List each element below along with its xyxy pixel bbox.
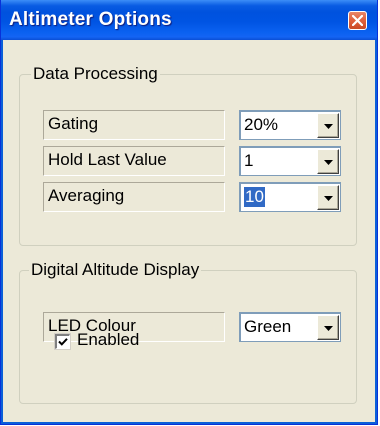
digital-altitude-display-caption: Digital Altitude Display [29,260,202,280]
data-processing-caption: Data Processing [31,64,160,84]
checkmark-icon [58,338,68,346]
chevron-down-icon [324,196,333,201]
hold-last-value-dropdown-button[interactable] [317,149,339,174]
enabled-label[interactable]: Enabled [77,330,139,350]
close-button[interactable] [348,11,367,30]
hold-last-value-label: Hold Last Value [43,146,225,176]
dialog-body: Data Processing Gating 20% Hold Last Val… [5,40,373,420]
averaging-dropdown-button[interactable] [317,185,339,210]
chevron-down-icon [324,160,333,165]
hold-last-value-dropdown[interactable]: 1 [239,146,341,176]
chevron-down-icon [324,124,333,129]
averaging-value: 10 [244,187,265,207]
gating-dropdown[interactable]: 20% [239,110,341,140]
window-title: Altimeter Options [9,9,172,30]
altimeter-options-dialog: Altimeter Options Data Processing Gating… [0,0,378,425]
averaging-dropdown[interactable]: 10 [239,182,341,212]
hold-last-value-value: 1 [244,151,254,170]
title-bar[interactable]: Altimeter Options [1,0,377,40]
gating-dropdown-button[interactable] [317,113,339,138]
led-colour-dropdown[interactable]: Green [239,312,341,342]
enabled-checkbox[interactable] [54,333,71,350]
gating-label: Gating [43,110,225,140]
led-colour-value: Green [244,317,292,336]
gating-value: 20% [244,115,279,134]
averaging-label: Averaging [43,182,225,212]
chevron-down-icon [324,326,333,331]
led-colour-dropdown-button[interactable] [317,315,339,340]
close-icon [352,15,363,26]
